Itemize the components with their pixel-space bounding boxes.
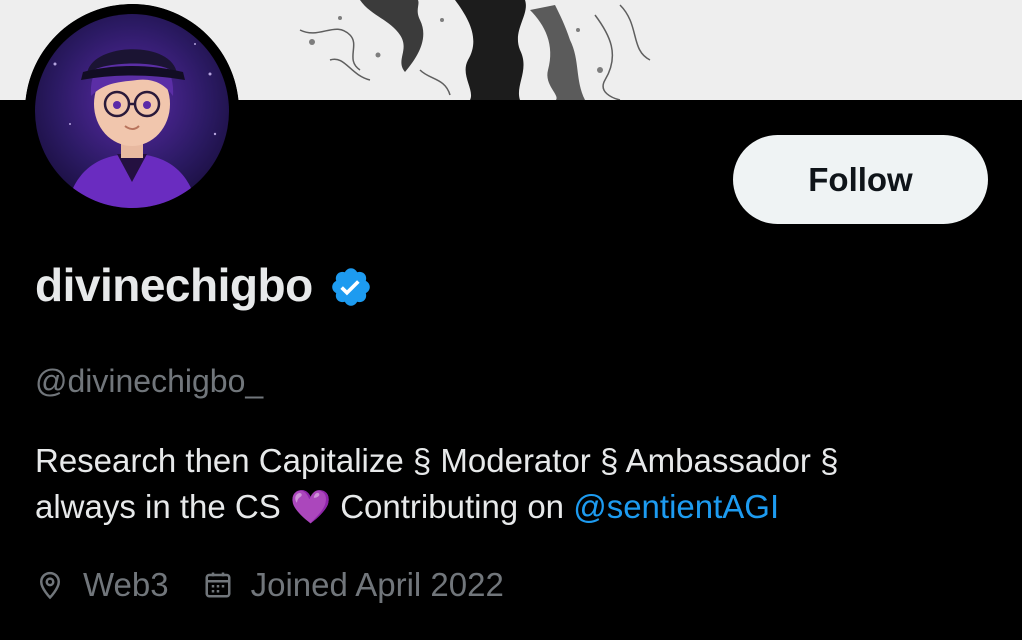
location-item: Web3 [35, 566, 169, 604]
joined-item: Joined April 2022 [203, 566, 504, 604]
location-text: Web3 [83, 566, 169, 603]
profile-bio: Research then Capitalize § Moderator § A… [35, 438, 995, 530]
verified-badge-icon[interactable] [329, 261, 373, 309]
profile-handle: @divinechigbo_ [35, 363, 264, 399]
profile-avatar[interactable] [25, 4, 239, 218]
bio-line-1: Research then Capitalize § Moderator § A… [35, 442, 839, 479]
calendar-icon [203, 569, 233, 601]
display-name: divinechigbo [35, 259, 313, 311]
bio-text: always in the CS [35, 488, 290, 525]
bio-mention-link[interactable]: @sentientAGI [573, 488, 779, 525]
joined-text: Joined April 2022 [250, 566, 504, 603]
display-name-row: divinechigbo [35, 258, 373, 312]
purple-heart-emoji: 💜 [289, 488, 332, 525]
bio-line-2: always in the CS 💜 Contributing on @sent… [35, 484, 995, 530]
profile-meta-row: Web3 Joined April 2022 [35, 566, 504, 604]
location-pin-icon [35, 568, 65, 602]
bio-text-contributing: Contributing on [331, 488, 574, 525]
follow-button[interactable]: Follow [733, 135, 988, 224]
